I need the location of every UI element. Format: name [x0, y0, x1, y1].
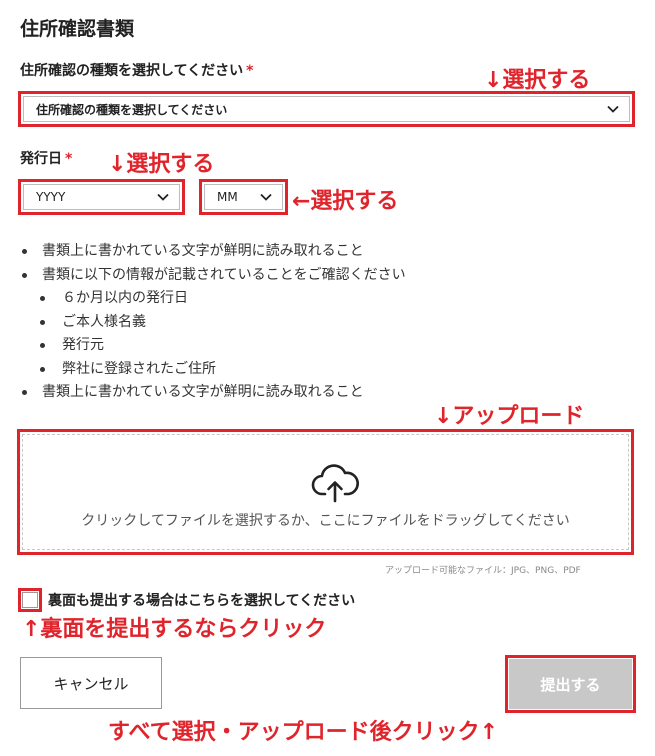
annotation-submit: すべて選択・アップロード後クリック↑	[108, 720, 499, 745]
list-item: 書類に以下の情報が記載されていることをご確認ください	[22, 264, 406, 288]
doc-type-label-text: 住所確認の種類を選択してください	[20, 63, 244, 79]
list-item: 書類上に書かれている文字が鮮明に読み取れること	[22, 381, 406, 405]
back-side-label[interactable]: 裏面も提出する場合はこちらを選択してください	[48, 590, 355, 610]
section-title: 住所確認書類	[20, 18, 135, 40]
issue-date-label-text: 発行日	[20, 151, 62, 167]
cloud-upload-icon	[311, 464, 359, 503]
required-mark: *	[246, 63, 254, 79]
upload-file-hint: アップロード可能なファイル：JPG、PNG、PDF	[385, 566, 581, 576]
upload-dropzone[interactable]: クリックしてファイルを選択するか、ここにファイルをドラッグしてください	[22, 434, 629, 550]
list-item: 発行元	[22, 334, 406, 358]
year-selected: YYYY	[36, 190, 66, 204]
list-item: 書類上に書かれている文字が鮮明に読み取れること	[22, 240, 406, 264]
chevron-down-icon	[607, 105, 619, 113]
required-mark: *	[65, 151, 73, 167]
issue-date-label: 発行日 *	[20, 148, 72, 168]
annotation-select-year: ↓選択する	[108, 152, 215, 177]
chevron-down-icon	[157, 193, 169, 201]
annotation-upload: ↓アップロード	[434, 404, 585, 429]
annotation-select-doc: ↓選択する	[484, 68, 591, 93]
cancel-button[interactable]: キャンセル	[20, 657, 162, 709]
requirements-list: 書類上に書かれている文字が鮮明に読み取れること 書類に以下の情報が記載されている…	[22, 240, 406, 405]
list-item: 弊社に登録されたご住所	[22, 358, 406, 382]
doc-type-selected: 住所確認の種類を選択してください	[36, 102, 228, 117]
doc-type-select[interactable]: 住所確認の種類を選択してください	[23, 96, 630, 122]
list-item: ６か月以内の発行日	[22, 287, 406, 311]
upload-instruction: クリックしてファイルを選択するか、ここにファイルをドラッグしてください	[81, 513, 570, 529]
annotation-back-side: ↑裏面を提出するならクリック	[22, 617, 327, 642]
back-side-checkbox[interactable]	[22, 592, 38, 608]
year-select[interactable]: YYYY	[23, 184, 180, 210]
annotation-select-month: ←選択する	[292, 189, 399, 214]
list-item: ご本人様名義	[22, 311, 406, 335]
month-selected: MM	[217, 190, 238, 204]
submit-button[interactable]: 提出する	[509, 659, 632, 709]
chevron-down-icon	[260, 193, 272, 201]
doc-type-label: 住所確認の種類を選択してください *	[20, 60, 254, 80]
month-select[interactable]: MM	[204, 184, 283, 210]
